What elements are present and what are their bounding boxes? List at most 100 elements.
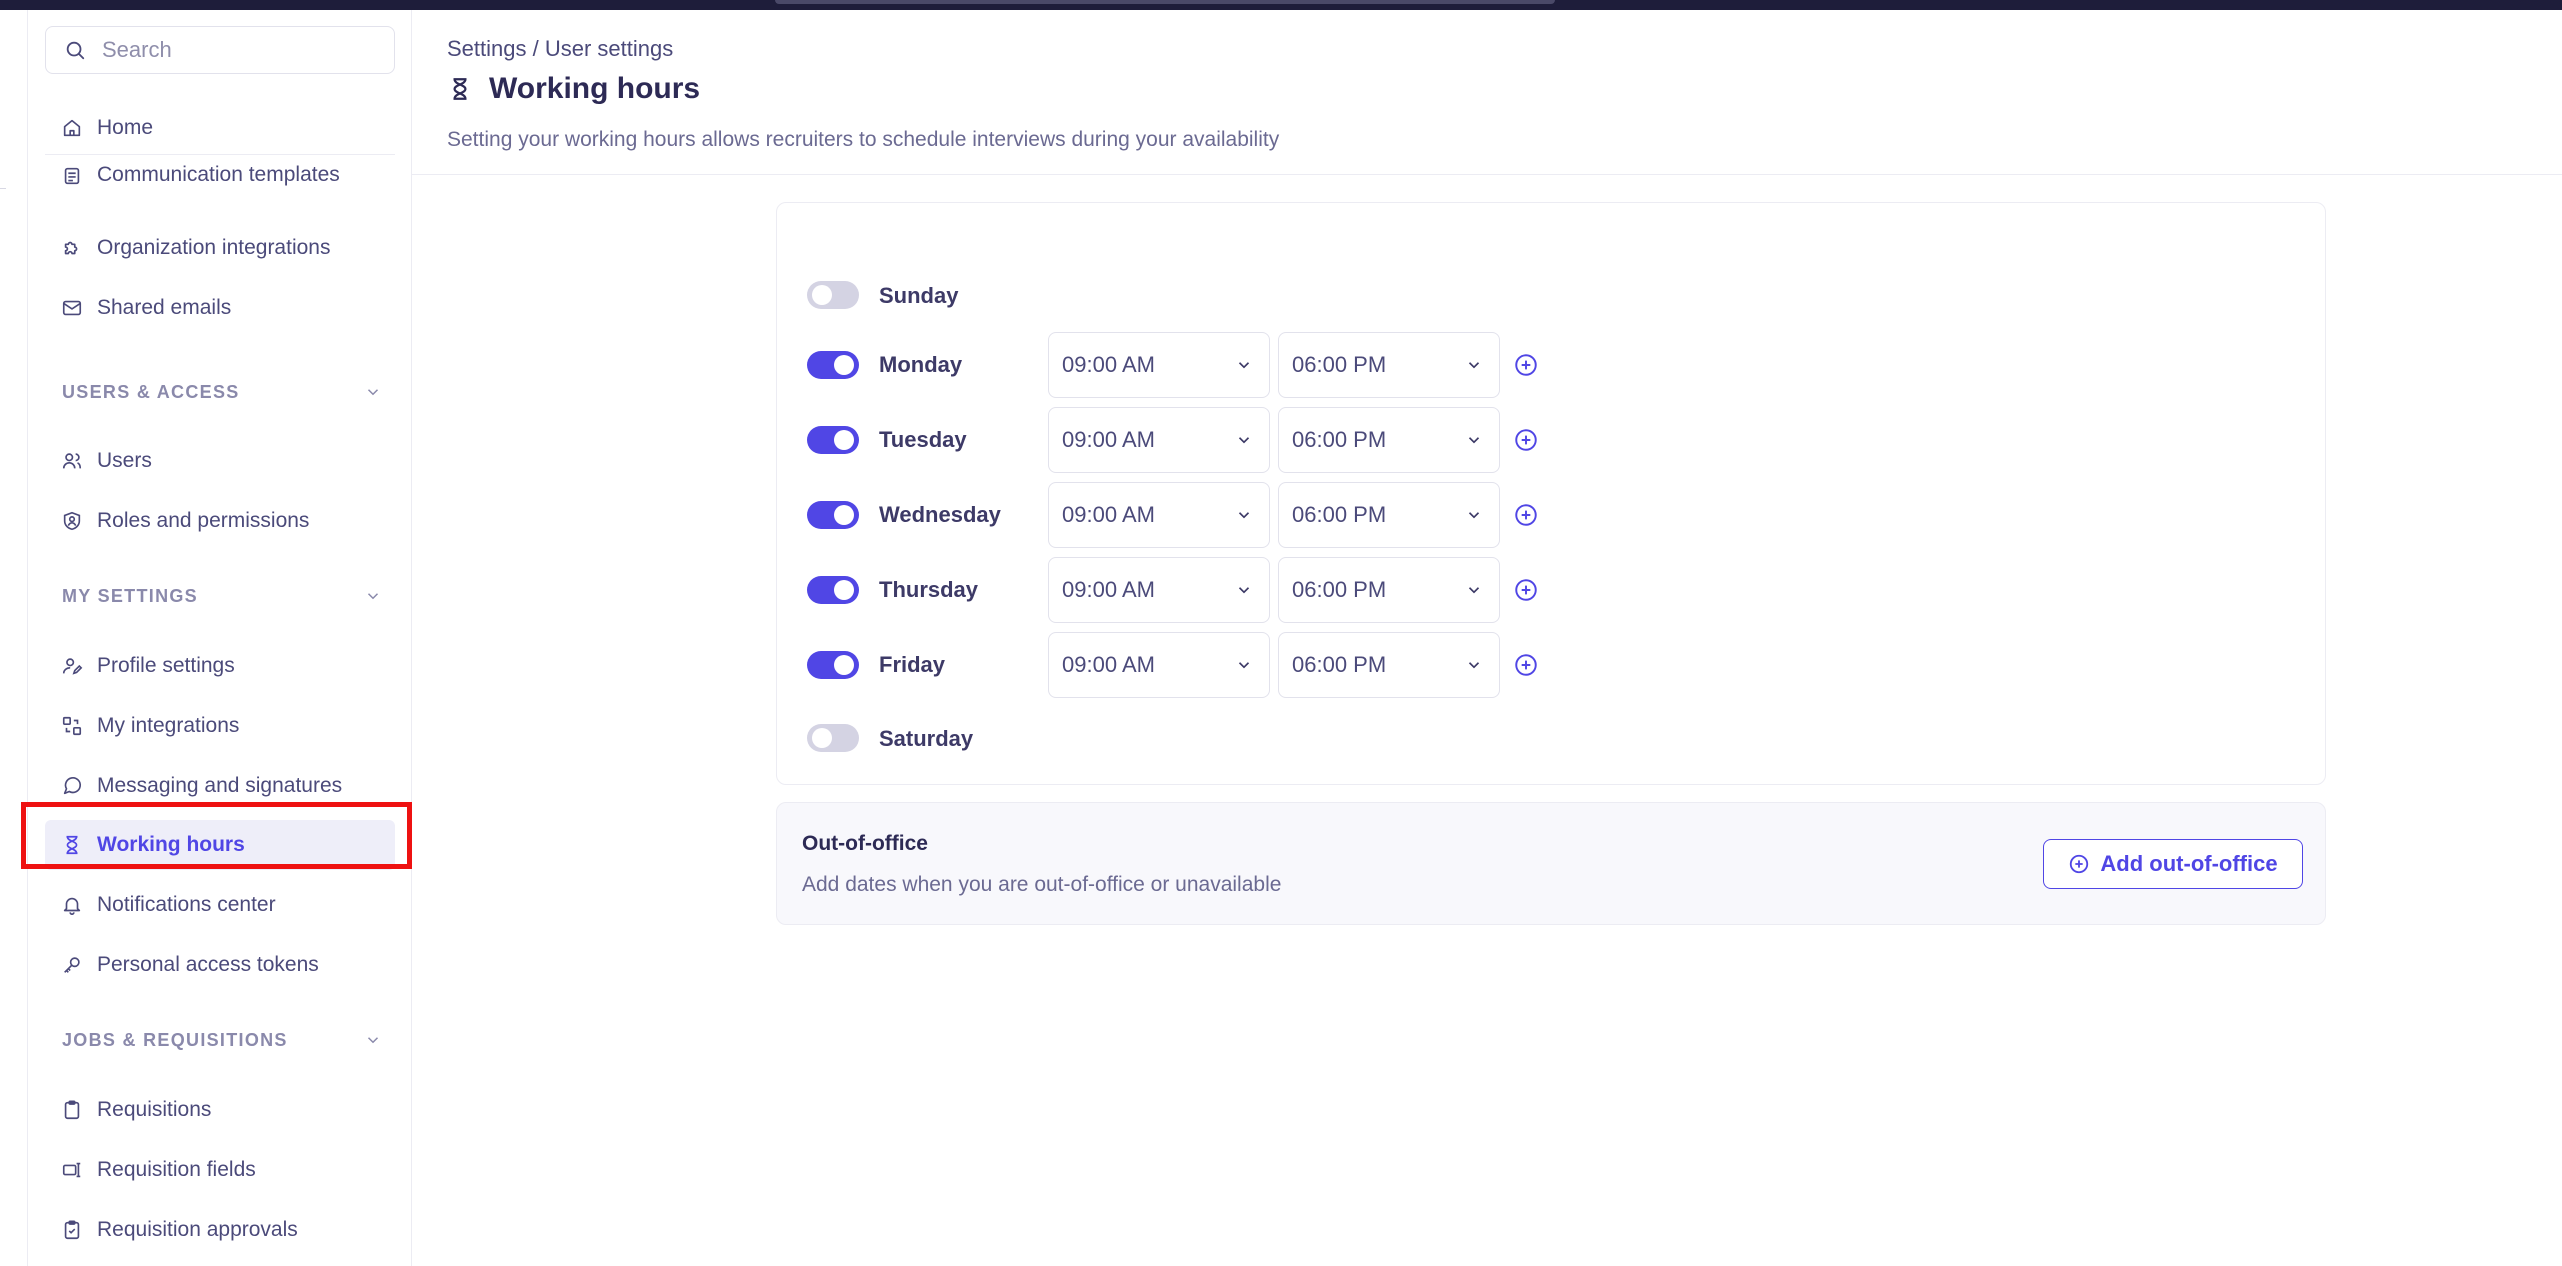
section-users-access[interactable]: USERS & ACCESS [62, 377, 382, 407]
day-label: Monday [879, 352, 963, 377]
sidebar-item-notifications-center[interactable]: Notifications center [45, 880, 395, 930]
friday-toggle[interactable] [807, 651, 859, 679]
working-hours-card: Sunday Monday 09:00 AM 06:00 PM Tuesday 09:00… [776, 202, 2326, 785]
sidebar-item-personal-access-tokens[interactable]: Personal access tokens [45, 940, 395, 990]
sidebar-item-requisition-fields[interactable]: Requisition fields [45, 1145, 395, 1195]
end-time-select[interactable]: 06:00 PM [1278, 332, 1500, 398]
end-time-select[interactable]: 06:00 PM [1278, 632, 1500, 698]
plus-circle-icon [1515, 579, 1537, 601]
template-icon [64, 167, 80, 185]
clipboard-icon [64, 1100, 80, 1120]
settings-sidebar: Search Home Communication templates Orga… [29, 10, 412, 1266]
out-of-office-card: Out-of-office Add dates when you are out… [776, 802, 2326, 925]
toggle-knob [834, 580, 854, 600]
day-row-thursday: Thursday 09:00 AM 06:00 PM [807, 557, 1607, 623]
add-time-slot-button[interactable] [1513, 577, 1539, 603]
thursday-toggle[interactable] [807, 576, 859, 604]
section-my-settings[interactable]: MY SETTINGS [62, 581, 382, 611]
monday-toggle[interactable] [807, 351, 859, 379]
section-jobs-requisitions[interactable]: JOBS & REQUISITIONS [62, 1025, 382, 1055]
sidebar-item-label: Personal access tokens [97, 953, 319, 976]
plus-circle-icon [1515, 504, 1537, 526]
chevron-down-icon [367, 1037, 379, 1044]
hourglass-icon [453, 78, 467, 100]
day-label: Friday [879, 652, 946, 677]
time-value: 09:00 AM [1062, 577, 1155, 602]
add-out-of-office-label: Add out-of-office [2100, 851, 2278, 876]
plus-circle-icon [1515, 429, 1537, 451]
user-edit-icon [62, 658, 83, 675]
sidebar-item-requisition-approvals[interactable]: Requisition approvals [45, 1205, 395, 1255]
shield-user-icon [63, 511, 81, 531]
start-time-select[interactable]: 09:00 AM [1048, 482, 1270, 548]
sidebar-item-label: Requisition approvals [97, 1218, 298, 1241]
add-time-slot-button[interactable] [1513, 352, 1539, 378]
end-time-select[interactable]: 06:00 PM [1278, 482, 1500, 548]
wednesday-toggle[interactable] [807, 501, 859, 529]
puzzle-icon [64, 241, 78, 255]
section-title: JOBS & REQUISITIONS [62, 1029, 288, 1050]
day-row-wednesday: Wednesday 09:00 AM 06:00 PM [807, 482, 1607, 548]
start-time-select[interactable]: 09:00 AM [1048, 332, 1270, 398]
time-value: 06:00 PM [1292, 652, 1387, 677]
sidebar-item-home[interactable]: Home [45, 103, 395, 153]
add-time-slot-button[interactable] [1513, 652, 1539, 678]
sidebar-item-requisitions[interactable]: Requisitions [45, 1085, 395, 1135]
sunday-toggle[interactable] [807, 281, 859, 309]
out-of-office-description: Add dates when you are out-of-office or … [802, 873, 1282, 896]
day-label: Sunday [879, 283, 959, 308]
day-label: Wednesday [879, 502, 1001, 527]
section-title: MY SETTINGS [62, 585, 198, 606]
time-value: 09:00 AM [1062, 352, 1155, 377]
plus-circle-icon [2070, 854, 2089, 874]
time-value: 06:00 PM [1292, 577, 1387, 602]
clipboard-check-icon [64, 1220, 80, 1240]
time-value: 06:00 PM [1292, 502, 1387, 527]
chevron-down-icon [1238, 362, 1250, 369]
sidebar-item-label: Roles and permissions [97, 509, 310, 532]
chevron-down-icon [1468, 437, 1480, 444]
page-title-text: Working hours [489, 72, 701, 105]
main-content: Settings / User settings Working hours S… [412, 10, 2562, 1266]
page-title: Working hours [447, 72, 700, 106]
toggle-knob [834, 430, 854, 450]
chevron-down-icon [1238, 587, 1250, 594]
day-row-saturday: Saturday [807, 706, 1607, 772]
add-time-slot-button[interactable] [1513, 427, 1539, 453]
sidebar-item-roles-and-permissions[interactable]: Roles and permissions [45, 496, 395, 546]
sidebar-item-shared-emails[interactable]: Shared emails [45, 283, 395, 333]
end-time-select[interactable]: 06:00 PM [1278, 407, 1500, 473]
add-out-of-office-button[interactable]: Add out-of-office [2043, 839, 2303, 889]
sidebar-item-label: Users [97, 449, 152, 472]
sidebar-item-label: My integrations [97, 714, 240, 737]
day-label: Tuesday [879, 427, 967, 452]
sidebar-item-communication-templates[interactable]: Communication templates [45, 163, 395, 187]
toggle-knob [812, 285, 832, 305]
left-rail [0, 10, 28, 1266]
chevron-down-icon [1238, 437, 1250, 444]
tuesday-toggle[interactable] [807, 426, 859, 454]
add-time-slot-button[interactable] [1513, 502, 1539, 528]
start-time-select[interactable]: 09:00 AM [1048, 632, 1270, 698]
saturday-toggle[interactable] [807, 724, 859, 752]
toggle-knob [812, 728, 832, 748]
day-row-friday: Friday 09:00 AM 06:00 PM [807, 632, 1607, 698]
sidebar-item-my-integrations[interactable]: My integrations [45, 701, 395, 751]
chevron-down-icon [1468, 662, 1480, 669]
sidebar-item-profile-settings[interactable]: Profile settings [45, 641, 395, 691]
time-value: 09:00 AM [1062, 652, 1155, 677]
integrations-icon [62, 716, 82, 736]
end-time-select[interactable]: 06:00 PM [1278, 557, 1500, 623]
page-subtitle: Setting your working hours allows recrui… [447, 128, 1280, 151]
start-time-select[interactable]: 09:00 AM [1048, 557, 1270, 623]
plus-circle-icon [1515, 354, 1537, 376]
sidebar-item-organization-integrations[interactable]: Organization integrations [45, 223, 395, 273]
sidebar-item-label: Home [97, 116, 154, 139]
form-fields-icon [62, 1162, 81, 1178]
sidebar-item-users[interactable]: Users [45, 436, 395, 486]
messaging-icon [63, 776, 82, 795]
start-time-select[interactable]: 09:00 AM [1048, 407, 1270, 473]
home-icon [63, 119, 81, 137]
search-icon [66, 41, 85, 60]
search-input[interactable]: Search [45, 26, 395, 74]
